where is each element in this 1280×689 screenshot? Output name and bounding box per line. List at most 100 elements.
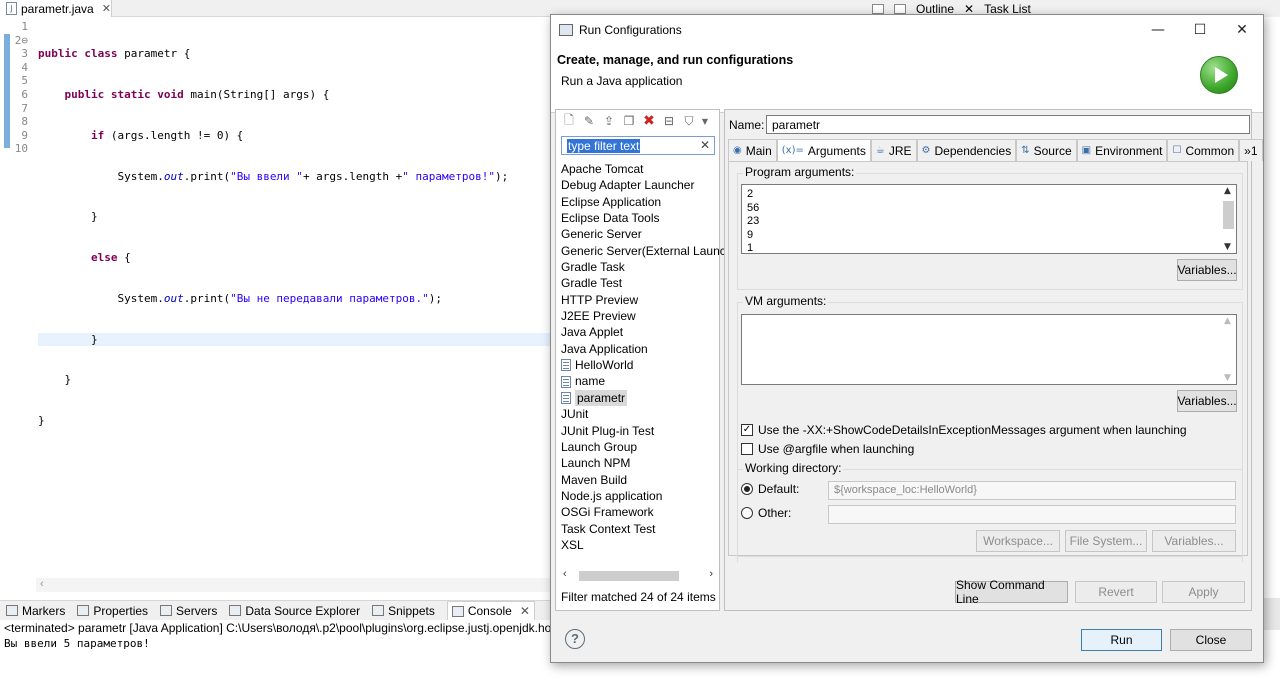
checkbox-empty-icon — [741, 443, 753, 455]
revert-button[interactable]: Revert — [1075, 581, 1157, 603]
tree-item[interactable]: Apache Tomcat — [561, 161, 717, 177]
tree-item[interactable]: name — [561, 373, 717, 389]
textarea-vertical-scrollbar[interactable]: ▲ ▼ — [1221, 185, 1236, 253]
vm-arguments-textarea[interactable]: ▲ ▼ — [741, 314, 1237, 385]
tree-item[interactable]: Eclipse Application — [561, 194, 717, 210]
show-code-details-checkbox[interactable]: ✓ Use the -XX:+ShowCodeDetailsInExceptio… — [741, 423, 1187, 437]
editor-tab-parametr[interactable]: J parametr.java ✕ — [0, 0, 112, 17]
launch-config-icon — [561, 359, 571, 372]
other-radio[interactable]: Other: — [741, 506, 791, 520]
chevron-up-icon[interactable]: ▲ — [1224, 186, 1231, 196]
tab-jre[interactable]: ☕ JRE — [870, 139, 917, 161]
tree-item[interactable]: Maven Build — [561, 472, 717, 488]
filter-status: Filter matched 24 of 24 items — [561, 590, 716, 604]
line-number: 7 — [21, 101, 28, 115]
chevron-up-icon[interactable]: ▲ — [1224, 316, 1231, 326]
tab-properties[interactable]: Properties — [77, 604, 148, 618]
editor-horizontal-scrollbar[interactable]: ‹ — [36, 578, 550, 592]
working-directory-label: Working directory: — [743, 461, 844, 475]
help-icon[interactable]: ? — [565, 629, 585, 649]
scroll-left-icon[interactable]: ‹ — [563, 568, 567, 580]
duplicate-icon[interactable]: ❐ — [621, 113, 637, 129]
dialog-title: Run Configurations — [579, 23, 682, 37]
tree-item-selected[interactable]: parametr — [561, 389, 717, 407]
filter-icon[interactable]: ⛉ — [681, 113, 697, 129]
vm-variables-button[interactable]: Variables... — [1177, 390, 1237, 412]
markers-icon — [6, 605, 18, 616]
close-icon[interactable]: ✕ — [102, 2, 111, 15]
code-editor[interactable]: public class parametr { public static vo… — [38, 20, 550, 441]
maximize-button[interactable]: ☐ — [1179, 15, 1221, 45]
scroll-thumb[interactable] — [1223, 201, 1234, 229]
close-window-button[interactable]: ✕ — [1221, 15, 1263, 45]
tree-item[interactable]: J2EE Preview — [561, 308, 717, 324]
dialog-title-bar[interactable]: Run Configurations — ☐ ✕ — [551, 15, 1263, 45]
argfile-checkbox[interactable]: Use @argfile when launching — [741, 442, 914, 456]
tree-item[interactable]: Debug Adapter Launcher — [561, 177, 717, 193]
default-radio[interactable]: Default: — [741, 482, 799, 496]
configuration-tree-pane: 🗋 ✎ ⇪ ❐ ✖ ⊟ ⛉ ▼ type filter text ✕ Apach… — [555, 109, 736, 611]
tab-source[interactable]: ⇅ Source — [1016, 139, 1077, 161]
minimize-button[interactable]: — — [1137, 15, 1179, 45]
close-button[interactable]: Close — [1170, 629, 1252, 651]
tree-item[interactable]: JUnit Plug-in Test — [561, 423, 717, 439]
textarea-vertical-scrollbar[interactable]: ▲ ▼ — [1221, 315, 1236, 384]
apply-button[interactable]: Apply — [1162, 581, 1245, 603]
maximize-icon[interactable] — [894, 3, 906, 14]
run-button[interactable]: Run — [1081, 629, 1162, 651]
file-system-button[interactable]: File System... — [1065, 530, 1147, 552]
filter-input[interactable]: type filter text ✕ — [561, 136, 715, 155]
tree-item[interactable]: Java Applet — [561, 324, 717, 340]
new-prototype-icon[interactable]: ✎ — [581, 113, 597, 129]
java-file-icon: J — [6, 2, 17, 15]
chevron-down-icon[interactable]: ▼ — [701, 113, 709, 129]
tree-item[interactable]: Task Context Test — [561, 521, 717, 537]
program-variables-button[interactable]: Variables... — [1177, 259, 1237, 281]
new-config-icon[interactable]: 🗋 — [561, 113, 577, 129]
tree-item[interactable]: Eclipse Data Tools — [561, 210, 717, 226]
minimize-icon[interactable] — [872, 3, 884, 14]
tree-item[interactable]: OSGi Framework — [561, 504, 717, 520]
tab-common[interactable]: ☐ Common — [1167, 139, 1240, 161]
tree-item[interactable]: Gradle Task — [561, 259, 717, 275]
chevron-down-icon[interactable]: ▼ — [1224, 373, 1231, 383]
name-field[interactable]: parametr — [766, 115, 1250, 134]
tab-environment[interactable]: ▣ Environment — [1076, 139, 1168, 161]
chevron-down-icon[interactable]: ▼ — [1224, 242, 1231, 252]
tab-dependencies[interactable]: ⚙ Dependencies — [916, 139, 1017, 161]
tab-snippets[interactable]: Snippets — [372, 604, 435, 618]
tree-item[interactable]: HTTP Preview — [561, 292, 717, 308]
tab-data-source-explorer[interactable]: Data Source Explorer — [229, 604, 360, 618]
tab-overflow[interactable]: »1 — [1239, 139, 1263, 161]
scroll-right-icon[interactable]: › — [709, 568, 713, 580]
vm-arguments-label: VM arguments: — [743, 294, 829, 308]
workspace-button[interactable]: Workspace... — [976, 530, 1060, 552]
tab-arguments[interactable]: (x)= Arguments — [776, 139, 871, 161]
tree-item[interactable]: Launch NPM — [561, 455, 717, 471]
tree-horizontal-scrollbar[interactable]: ‹ › — [561, 568, 715, 583]
tree-item[interactable]: JUnit — [561, 406, 717, 422]
tree-item[interactable]: HelloWorld — [561, 357, 717, 373]
show-command-line-button[interactable]: Show Command Line — [955, 578, 1068, 606]
tab-markers[interactable]: Markers — [6, 604, 65, 618]
clear-filter-icon[interactable]: ✕ — [700, 138, 710, 152]
scroll-thumb[interactable] — [579, 571, 679, 581]
tree-item[interactable]: Generic Server(External Launch) — [561, 243, 736, 259]
tab-main[interactable]: ◉ Main — [728, 139, 777, 161]
program-arguments-textarea[interactable]: 2 56 23 9 1 ▲ ▼ — [741, 184, 1237, 254]
directory-variables-button[interactable]: Variables... — [1152, 530, 1236, 552]
tree-item[interactable]: Gradle Test — [561, 275, 717, 291]
tab-console[interactable]: Console ✕ — [446, 601, 535, 620]
tree-item[interactable]: Generic Server — [561, 226, 717, 242]
delete-icon[interactable]: ✖ — [641, 113, 657, 129]
bottom-view-tabs: Markers Properties Servers Data Source E… — [0, 600, 550, 620]
console-icon — [451, 605, 464, 617]
tab-servers[interactable]: Servers — [160, 604, 217, 618]
tree-item[interactable]: XSL — [561, 537, 717, 553]
tree-item[interactable]: Launch Group — [561, 439, 717, 455]
export-icon[interactable]: ⇪ — [601, 113, 617, 129]
close-icon[interactable]: ✕ — [520, 604, 530, 618]
tree-item[interactable]: Java Application — [561, 341, 717, 357]
tree-item[interactable]: Node.js application — [561, 488, 717, 504]
collapse-all-icon[interactable]: ⊟ — [661, 113, 677, 129]
